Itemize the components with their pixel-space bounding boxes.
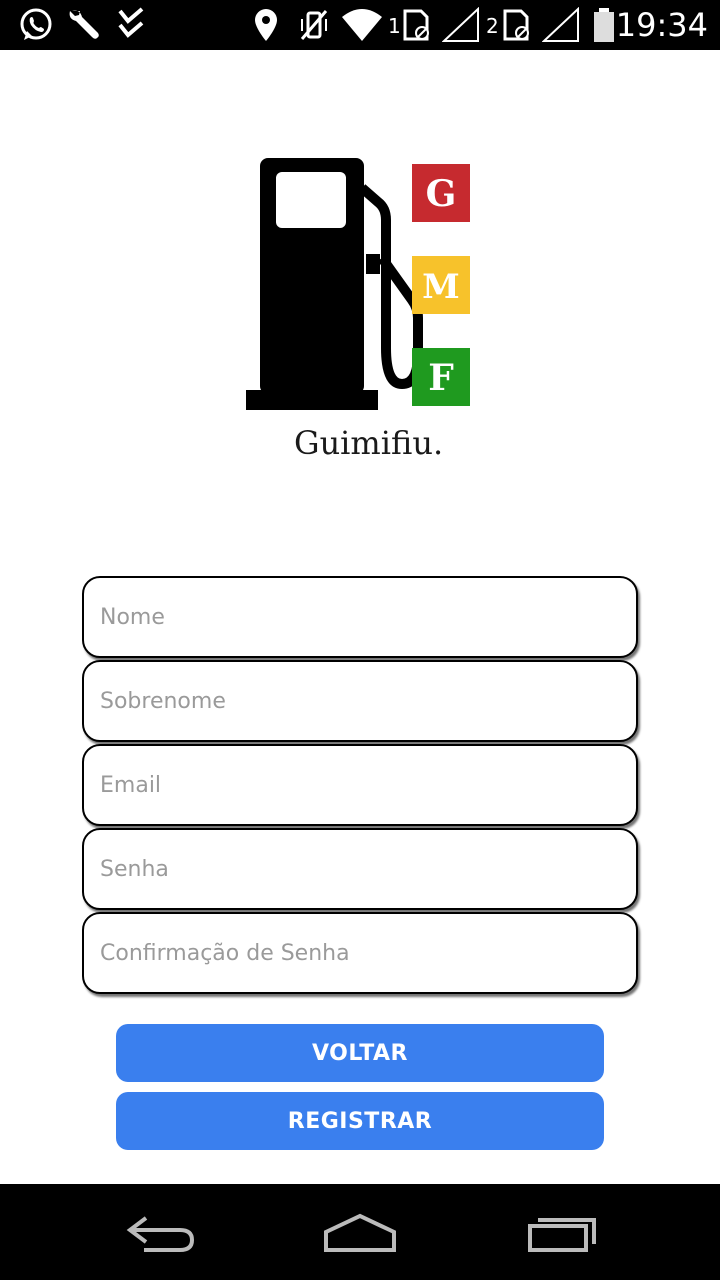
sobrenome-input[interactable]: [84, 688, 636, 714]
signal2-icon: [542, 7, 579, 42]
confirm-senha-input[interactable]: [84, 940, 636, 966]
registration-form: [82, 576, 638, 996]
wrench-icon: [69, 10, 99, 39]
checklist-icon: [118, 7, 144, 38]
registrar-button[interactable]: REGISTRAR: [116, 1092, 604, 1150]
signal1-icon: [442, 7, 479, 42]
sim2-label: 2: [486, 14, 499, 38]
home-icon[interactable]: [322, 1210, 398, 1254]
pump-hose: [358, 184, 423, 389]
vibrate-off-icon: [300, 10, 328, 40]
nome-input[interactable]: [84, 604, 636, 630]
nome-field-wrapper: [82, 576, 638, 658]
email-field-wrapper: [82, 744, 638, 826]
location-icon: [255, 9, 277, 41]
recents-icon[interactable]: [524, 1210, 600, 1254]
svg-text:M: M: [422, 267, 460, 307]
back-icon[interactable]: [124, 1210, 196, 1254]
email-input[interactable]: [84, 772, 636, 798]
senha-input[interactable]: [84, 856, 636, 882]
battery-icon: [594, 8, 614, 42]
status-bar: 1 2 19:34: [0, 0, 720, 50]
confirm-senha-field-wrapper: [82, 912, 638, 994]
sim1-label: 1: [388, 14, 401, 38]
wifi-icon: [342, 9, 382, 41]
brand-name: Guimifiu.: [294, 424, 444, 462]
sim2-icon: [503, 9, 529, 41]
svg-text:G: G: [426, 173, 457, 215]
clock: 19:34: [615, 6, 708, 44]
logo-letter-m: M: [412, 256, 470, 314]
voltar-button[interactable]: VOLTAR: [116, 1024, 604, 1082]
pump-display: [276, 172, 346, 228]
sim1-icon: [403, 9, 429, 41]
svg-text:F: F: [428, 357, 454, 399]
logo-letter-f: F: [412, 348, 470, 406]
sobrenome-field-wrapper: [82, 660, 638, 742]
app-logo: G M F: [246, 158, 470, 410]
senha-field-wrapper: [82, 828, 638, 910]
logo-letter-g: G: [412, 164, 470, 222]
whatsapp-icon: [20, 8, 52, 40]
navigation-bar: [0, 1184, 720, 1280]
